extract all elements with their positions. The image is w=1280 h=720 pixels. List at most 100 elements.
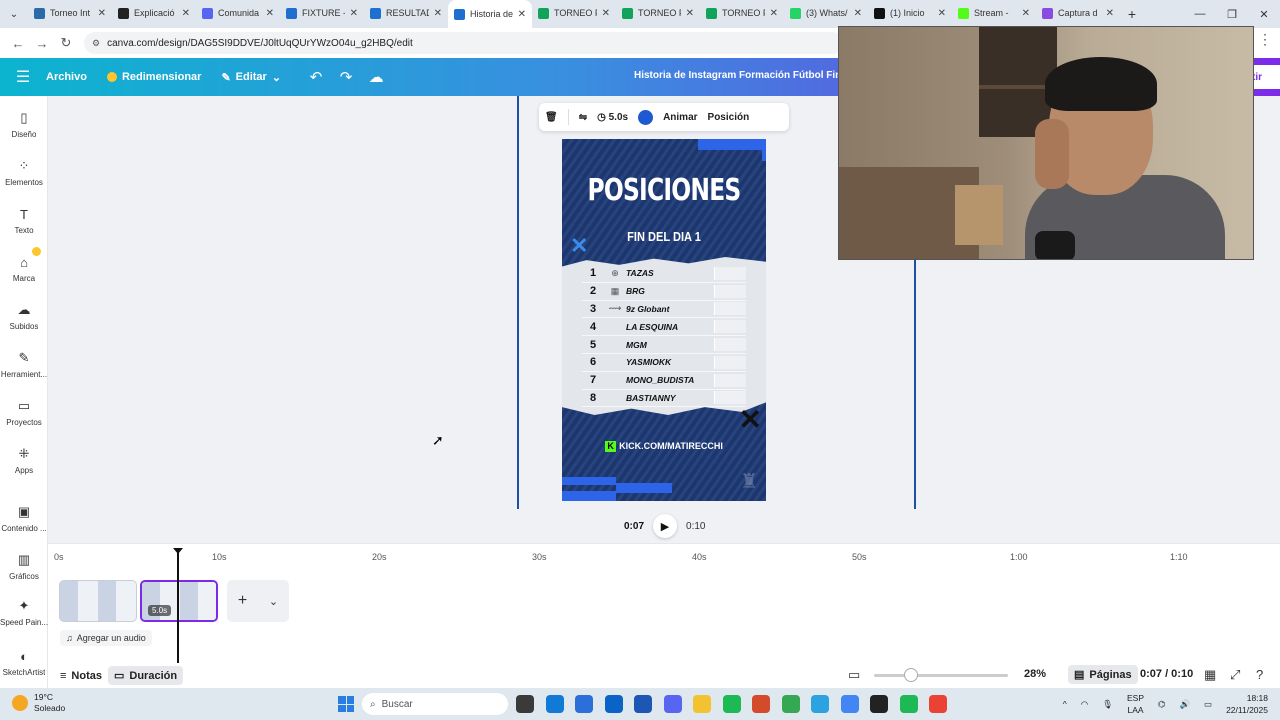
word-app-icon[interactable] [634,695,652,713]
store-app-icon[interactable] [575,695,593,713]
weather-widget[interactable]: 19°C Soleado [12,692,65,714]
sidebar-item[interactable]: ⁘ Elementos [0,158,48,187]
sidebar-item[interactable]: ⌂ Marca [0,247,48,283]
browser-tab[interactable]: (3) Whats/ ✕ [784,0,868,26]
zoom-value[interactable]: 28% [1024,668,1046,680]
standings-table[interactable]: 1 ⊕ TAZAS 2 ▦ BRG 3 ⟿ 9z Globant 4 LA ESQUINA 5 MGM 6… [582,265,746,408]
design-title[interactable]: POSICIONES [584,173,743,208]
obs-app-icon[interactable] [870,695,888,713]
browser-tab[interactable]: Historia de ✕ [448,0,532,28]
microphone-icon[interactable]: 🎙 [1102,699,1113,710]
battery-icon[interactable]: ▭ [1204,699,1212,710]
duration-toggle[interactable]: ▭ Duración [107,666,184,685]
browser-tab[interactable]: Captura d ✕ [1036,0,1120,26]
browser-tab[interactable]: Stream - ✕ [952,0,1036,26]
document-title[interactable]: Historia de Instagram Formación Fútbol F… [634,70,850,81]
animate-button[interactable]: Animar [663,112,697,123]
maximize-icon[interactable]: ❐ [1216,0,1248,28]
flip-icon[interactable]: ⇋ [579,112,587,123]
timeline-clip-1[interactable] [59,580,137,622]
grid-view-icon[interactable]: ▦ [1204,667,1216,683]
sidebar-item[interactable]: ▯ Diseño [0,110,48,139]
spotify-2-app-icon[interactable] [899,695,918,713]
minimize-icon[interactable]: — [1184,0,1216,28]
widgets-app-icon[interactable] [516,695,534,713]
fullscreen-icon[interactable]: ⤢ [1230,667,1240,683]
tab-close-icon[interactable]: ✕ [686,8,694,19]
forward-icon[interactable]: → [30,31,54,55]
menu-icon[interactable]: ☰ [0,67,46,87]
reload-icon[interactable]: ↻ [54,31,78,55]
browser-tab[interactable]: TORNEO F ✕ [616,0,700,26]
browser-tab[interactable]: FIXTURE - ✕ [280,0,364,26]
browser-menu-icon[interactable]: ⋮ [1258,31,1272,48]
chevron-up-icon[interactable]: ^ [1063,699,1067,709]
telegram-app-icon[interactable] [811,695,829,713]
tab-close-icon[interactable]: ✕ [266,8,274,19]
network-icon[interactable]: ⌬ [1158,699,1165,710]
new-tab-button[interactable]: + [1120,6,1144,22]
sidebar-item[interactable]: T Texto [0,206,48,236]
file-menu[interactable]: Archivo [46,71,87,83]
undo-icon[interactable]: ↶ [301,68,331,86]
volume-icon[interactable]: 🔊 [1179,699,1190,710]
office-app-icon[interactable] [752,695,770,713]
sidebar-item[interactable]: ▥ Gráficos [0,552,48,581]
browser-tab[interactable]: TORNEO F ✕ [532,0,616,26]
url-field[interactable]: ⚙ canva.com/design/DAG5SI9DDVE/J0ltUqQUr… [84,32,844,54]
back-icon[interactable]: ← [6,31,30,55]
tab-close-icon[interactable]: ✕ [98,8,106,19]
sidebar-item[interactable]: ◐ SketchArtist [0,648,48,678]
tab-search-icon[interactable]: ⌄ [0,0,28,28]
timeline-ruler[interactable]: 0s 10s 20s 30s 40s 50s 1:00 1:10 [48,552,1280,568]
timeline-clip-2[interactable]: 5.0s [140,580,218,622]
tab-close-icon[interactable]: ✕ [770,8,778,19]
color-swatch[interactable] [638,109,654,125]
play-icon[interactable]: ▶ [653,514,678,538]
tab-close-icon[interactable]: ✕ [350,8,358,19]
tab-close-icon[interactable]: ✕ [1022,8,1030,19]
design-page[interactable]: POSICIONES FIN DEL DIA 1 ✕ 1 ⊕ TAZAS 2 ▦ BRG 3… [562,139,766,501]
browser-tab[interactable]: TORNEO F ✕ [700,0,784,26]
add-page-icon[interactable]: + [238,592,247,610]
tab-close-icon[interactable]: ✕ [854,8,862,19]
add-audio-button[interactable]: ♫ Agregar un audio [60,630,152,646]
browser-tab[interactable]: Comunida ✕ [196,0,280,26]
sidebar-item[interactable]: ☁ Subidos [0,302,48,331]
language-indicator[interactable]: ESP LAA [1127,692,1144,716]
edit-menu[interactable]: ✎ Editar ⌄ [221,71,281,84]
sidebar-item[interactable]: ▭ Proyectos [0,398,48,427]
fit-page-icon[interactable]: ▭ [848,667,860,683]
zoom-slider-handle[interactable] [904,668,918,682]
chevron-down-icon[interactable]: ⌄ [269,595,278,608]
discord-app-icon[interactable] [663,695,682,713]
close-window-icon[interactable]: ✕ [1248,0,1280,28]
site-info-icon[interactable]: ⚙ [92,38,100,49]
tab-close-icon[interactable]: ✕ [602,8,610,19]
position-button[interactable]: Posición [708,112,750,123]
help-icon[interactable]: ? [1256,667,1263,682]
files-app-icon[interactable] [693,695,711,713]
cloud-saved-icon[interactable]: ☁ [361,68,391,86]
duration-button[interactable]: ◷ 5.0s [597,112,628,123]
sidebar-item[interactable]: ✎ Herramient... [0,350,48,379]
trash-icon[interactable]: 🗑 [545,112,558,123]
chrome-3-app-icon[interactable] [929,695,947,713]
clock[interactable]: 18:18 22/11/2025 [1226,692,1268,716]
redo-icon[interactable]: ↷ [331,68,361,86]
tab-close-icon[interactable]: ✕ [1106,8,1114,19]
zoom-slider[interactable] [874,674,1008,677]
notes-button[interactable]: ≡ Notas [54,667,108,685]
tab-close-icon[interactable]: ✕ [182,8,190,19]
chrome-2-app-icon[interactable] [840,695,859,713]
browser-tab[interactable]: RESULTAD ✕ [364,0,448,26]
wifi-icon[interactable]: ◠ [1081,699,1088,710]
tab-close-icon[interactable]: ✕ [434,8,442,19]
tab-close-icon[interactable]: ✕ [518,9,526,20]
sidebar-item[interactable]: ✦ Speed Pain... [0,598,48,627]
start-icon[interactable] [338,696,354,712]
tab-close-icon[interactable]: ✕ [938,8,946,19]
outlook-app-icon[interactable] [604,695,623,713]
pages-button[interactable]: ▤ Páginas [1068,665,1138,684]
edge-app-icon[interactable] [545,695,564,713]
